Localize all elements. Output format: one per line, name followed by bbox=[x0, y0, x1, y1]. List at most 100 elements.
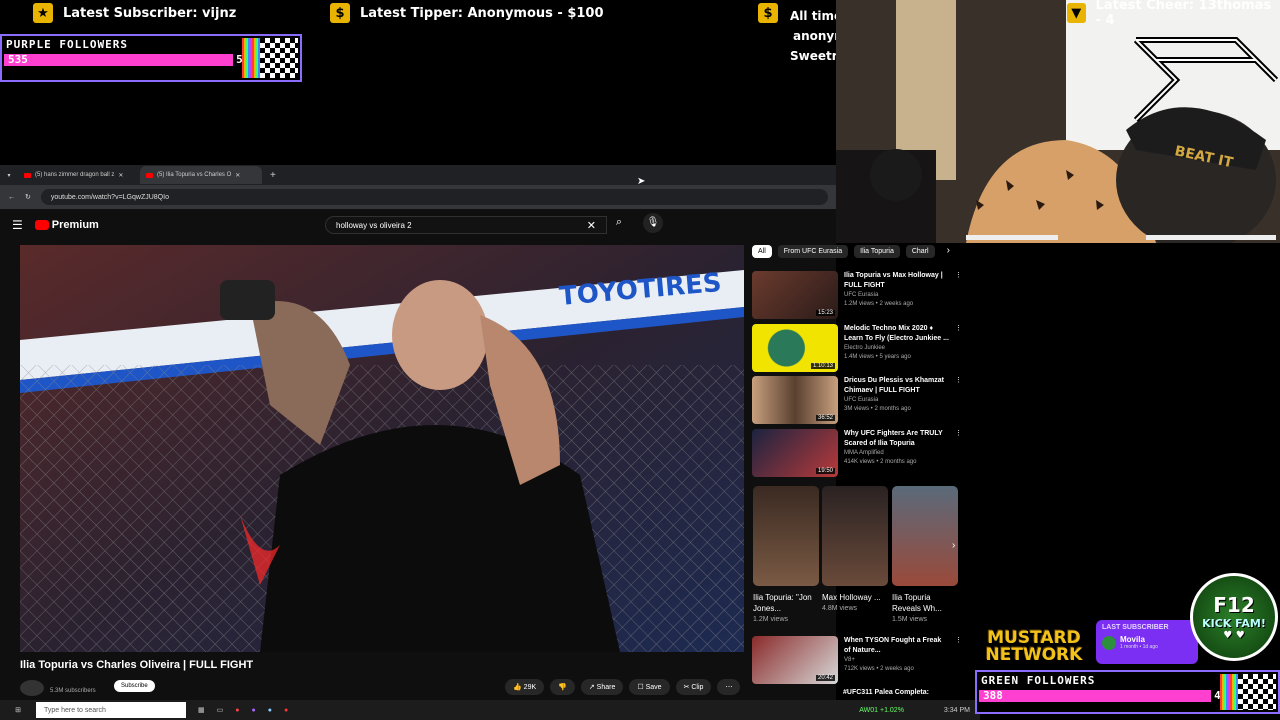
rec-channel[interactable]: MMA Amplified bbox=[844, 449, 949, 458]
rec-channel[interactable]: UFC Eurasia bbox=[844, 291, 949, 300]
star-icon: ★ bbox=[33, 3, 53, 23]
chip[interactable]: Charl bbox=[905, 245, 935, 258]
latest-subscriber-alert: ★ Latest Subscriber: vijnz bbox=[33, 2, 236, 24]
goal-track bbox=[979, 690, 1218, 702]
menu-icon[interactable]: ☰ bbox=[12, 218, 23, 232]
search-icon[interactable]: ⌕ bbox=[608, 216, 630, 234]
rec-title[interactable]: Why UFC Fighters Are TRULY Scared of Ili… bbox=[844, 429, 949, 449]
rec-title[interactable]: Dricus Du Plessis vs Khamzat Chimaev | F… bbox=[844, 376, 949, 396]
video-thumbnail[interactable]: 15:23 bbox=[752, 271, 838, 319]
close-icon[interactable]: ✕ bbox=[118, 172, 123, 179]
rec-title[interactable]: Ilia Topuria vs Max Holloway | FULL FIGH… bbox=[844, 271, 949, 291]
tab-strip: ▾ (5) hans zimmer dragon ball z ✕ (5) Il… bbox=[0, 165, 836, 185]
video-duration: 15:23 bbox=[815, 310, 835, 316]
checkered-flag bbox=[260, 38, 298, 78]
windows-taskbar: ⊞ Type here to search ▦ ▭ ● ● ● ● AW01 +… bbox=[0, 700, 980, 720]
channel-subscribers: 5.3M subscribers bbox=[50, 688, 96, 694]
video-player[interactable]: TOYOTIRES bbox=[20, 245, 744, 652]
recommendation-item[interactable]: 1:10:13 Melodic Techno Mix 2020 ♦ Learn … bbox=[752, 324, 962, 372]
folder-icon[interactable]: ▭ bbox=[217, 706, 224, 714]
youtube-favicon-icon bbox=[24, 172, 31, 178]
rec-meta: 3M views • 2 months ago bbox=[844, 406, 911, 412]
short-label: Ilia Topuria: "Jon Jones... 1.2M views bbox=[753, 592, 819, 625]
chip[interactable]: All bbox=[752, 245, 772, 258]
record-icon[interactable]: ● bbox=[284, 707, 288, 714]
short-title[interactable]: Ilia Topuria: "Jon Jones... bbox=[753, 592, 819, 614]
goal-current: 535 bbox=[8, 53, 28, 66]
short-thumbnail[interactable] bbox=[753, 486, 819, 586]
short-title[interactable]: Ilia Topuria Reveals Wh... bbox=[892, 592, 958, 614]
thumbs-down-icon: 👎 bbox=[558, 684, 567, 691]
kebab-menu-icon[interactable]: ⋮ bbox=[955, 636, 962, 684]
clear-search-icon[interactable]: ✕ bbox=[587, 219, 596, 232]
chrome-icon[interactable]: ● bbox=[235, 707, 239, 714]
chevron-right-icon[interactable]: › bbox=[952, 540, 955, 551]
video-thumbnail[interactable]: 1:10:13 bbox=[752, 324, 838, 372]
browser-tab[interactable]: (5) hans zimmer dragon ball z ✕ bbox=[18, 166, 140, 184]
rec-channel[interactable]: V8+ bbox=[844, 656, 949, 665]
dislike-button[interactable]: 👎 bbox=[550, 679, 575, 695]
rec-title[interactable]: When TYSON Fought a Freak of Nature... bbox=[844, 636, 949, 656]
app-icon[interactable]: ● bbox=[251, 707, 255, 714]
windows-start-icon[interactable]: ⊞ bbox=[0, 706, 36, 714]
video-thumbnail[interactable]: 20:42 bbox=[752, 636, 838, 684]
purple-followers-goal: PURPLE FOLLOWERS 535 550 bbox=[0, 34, 302, 82]
more-icon: ⋯ bbox=[725, 684, 733, 691]
more-actions-button[interactable]: ⋯ bbox=[717, 679, 741, 695]
checkered-flag bbox=[1238, 674, 1276, 710]
short-views: 1.2M views bbox=[753, 616, 789, 623]
short-thumbnail[interactable] bbox=[892, 486, 958, 586]
channel-avatar[interactable] bbox=[20, 680, 44, 696]
video-thumbnail[interactable]: 19:50 bbox=[752, 429, 838, 477]
all-time-tip-alert: $ bbox=[758, 2, 778, 24]
chevron-right-icon[interactable]: › bbox=[947, 245, 950, 258]
video-duration: 20:42 bbox=[815, 675, 835, 681]
latest-tipper-text: Latest Tipper: Anonymous - $100 bbox=[360, 5, 604, 21]
recommendation-item[interactable]: 36:52 Dricus Du Plessis vs Khamzat Chima… bbox=[752, 376, 962, 424]
latest-cheer-text: Latest Cheer: 13thomas - 4 bbox=[1095, 0, 1272, 28]
chip[interactable]: From UFC Eurasia bbox=[777, 245, 849, 258]
goal-track bbox=[4, 54, 240, 66]
kebab-menu-icon[interactable]: ⋮ bbox=[955, 376, 962, 424]
close-icon[interactable]: ✕ bbox=[235, 172, 240, 179]
microphone-icon[interactable]: 🎙 bbox=[643, 213, 663, 233]
taskbar-search-input[interactable]: Type here to search bbox=[36, 702, 186, 718]
browser-tab-active[interactable]: (5) Ilia Topuria vs Charles O ✕ bbox=[140, 166, 262, 184]
short-title[interactable]: Max Holloway ... bbox=[822, 592, 888, 603]
money-bag-icon: $ bbox=[758, 3, 778, 23]
chip[interactable]: Ilia Topuria bbox=[854, 245, 900, 258]
rec-channel[interactable]: Electro Junkiee bbox=[844, 344, 949, 353]
recommendation-item[interactable]: 19:50 Why UFC Fighters Are TRULY Scared … bbox=[752, 429, 962, 477]
save-button[interactable]: ☐ Save bbox=[629, 679, 670, 695]
kebab-menu-icon[interactable]: ⋮ bbox=[955, 271, 962, 319]
video-duration: 36:52 bbox=[815, 415, 835, 421]
app-icon[interactable]: ▦ bbox=[198, 706, 205, 714]
new-tab-icon[interactable]: + bbox=[270, 170, 276, 181]
mouse-cursor-icon: ➤ bbox=[637, 176, 646, 187]
reload-icon[interactable]: ↻ bbox=[25, 193, 31, 201]
video-actions: 👍 29K 👎 ↗ Share ☐ Save ✂ Clip ⋯ bbox=[505, 679, 741, 695]
kebab-menu-icon[interactable]: ⋮ bbox=[955, 324, 962, 372]
subscribe-button[interactable]: Subscribe bbox=[114, 680, 155, 692]
youtube-favicon-icon bbox=[146, 172, 153, 178]
short-thumbnail[interactable] bbox=[822, 486, 888, 586]
steam-icon[interactable]: ● bbox=[268, 707, 272, 714]
search-input[interactable]: holloway vs oliveira 2 ✕ bbox=[325, 216, 607, 234]
url-field[interactable]: youtube.com/watch?v=LGqwZJU8QIo bbox=[40, 189, 828, 205]
recommendation-item[interactable]: 20:42 When TYSON Fought a Freak of Natur… bbox=[752, 636, 962, 684]
logo-text: Premium bbox=[51, 219, 99, 231]
back-icon[interactable]: ← bbox=[8, 194, 15, 201]
ufc-glove bbox=[220, 280, 275, 320]
clip-button[interactable]: ✂ Clip bbox=[675, 679, 712, 695]
video-thumbnail[interactable]: 36:52 bbox=[752, 376, 838, 424]
badge-subtitle: KICK FAM! bbox=[1202, 617, 1266, 630]
recommendation-item[interactable]: 15:23 Ilia Topuria vs Max Holloway | FUL… bbox=[752, 271, 962, 319]
rec-channel[interactable]: UFC Eurasia bbox=[844, 396, 949, 405]
rec-title[interactable]: #UFC311 Palea Completa: bbox=[843, 689, 929, 696]
like-button[interactable]: 👍 29K bbox=[505, 679, 545, 695]
tab-menu-icon[interactable]: ▾ bbox=[0, 172, 18, 179]
kebab-menu-icon[interactable]: ⋮ bbox=[955, 429, 962, 477]
share-button[interactable]: ↗ Share bbox=[580, 679, 624, 695]
rec-title[interactable]: Melodic Techno Mix 2020 ♦ Learn To Fly (… bbox=[844, 324, 949, 344]
youtube-logo[interactable]: Premium bbox=[34, 219, 99, 231]
